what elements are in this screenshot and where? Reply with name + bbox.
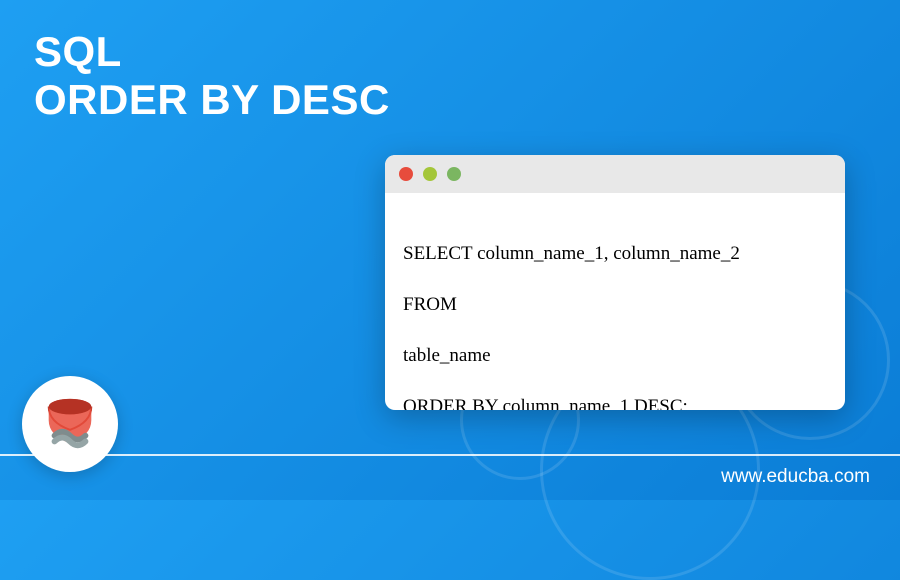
maximize-icon [447,167,461,181]
sql-server-icon [39,393,101,455]
footer-site-url: www.educba.com [721,466,870,488]
code-line: ORDER BY column_name_1 DESC; [403,394,827,410]
code-window: SELECT column_name_1, column_name_2 FROM… [385,155,845,410]
code-body: SELECT column_name_1, column_name_2 FROM… [385,193,845,410]
window-titlebar [385,155,845,193]
title-line-2: ORDER BY DESC [34,76,390,124]
logo-badge [22,376,118,472]
code-line: FROM [403,292,827,318]
code-line: table_name [403,343,827,369]
page-title: SQL ORDER BY DESC [34,28,390,125]
code-line: SELECT column_name_1, column_name_2 [403,241,827,267]
footer-divider [0,454,900,456]
minimize-icon [423,167,437,181]
title-line-1: SQL [34,28,390,76]
close-icon [399,167,413,181]
